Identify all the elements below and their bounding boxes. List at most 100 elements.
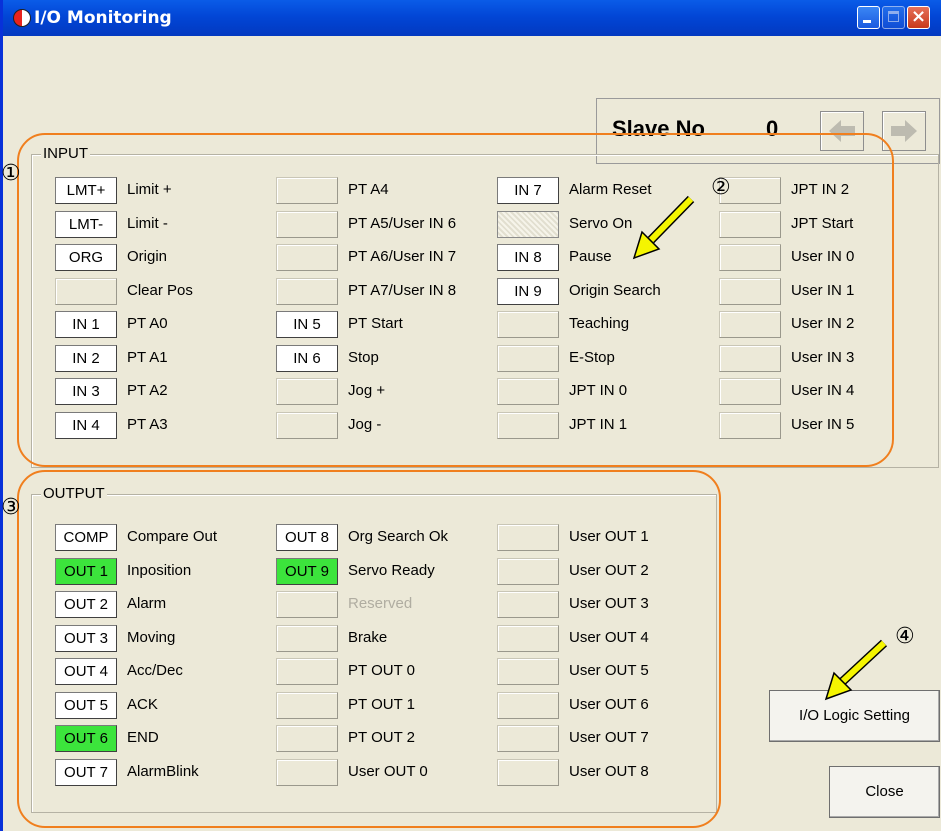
indicator-label: User OUT 7 bbox=[569, 729, 649, 746]
indicator-label: Brake bbox=[348, 628, 388, 646]
indicator-label: AlarmBlink bbox=[127, 762, 199, 780]
indicator bbox=[719, 244, 781, 271]
indicator-label: Acc/Dec bbox=[127, 662, 183, 679]
indicator-label: JPT IN 2 bbox=[791, 181, 850, 198]
io-logic-setting-button[interactable]: I/O Logic Setting bbox=[769, 690, 940, 742]
indicator: OUT 1 bbox=[55, 557, 117, 585]
indicator: IN 8 bbox=[497, 244, 559, 271]
indicator: OUT 8 bbox=[276, 524, 338, 551]
indicator-label: ACK bbox=[127, 695, 158, 713]
indicator: OUT 5 bbox=[55, 691, 117, 719]
close-icon: × bbox=[911, 6, 927, 27]
indicator-label: Servo On bbox=[569, 214, 633, 232]
indicator bbox=[276, 658, 338, 685]
indicator-label: Jog + bbox=[348, 382, 386, 399]
indicator bbox=[55, 277, 117, 305]
close-window-button[interactable]: × bbox=[907, 6, 930, 29]
indicator bbox=[497, 378, 559, 405]
indicator: OUT 6 bbox=[55, 725, 117, 752]
indicator: IN 4 bbox=[55, 411, 117, 439]
indicator-label: Servo Ready bbox=[348, 561, 435, 579]
indicator-label: PT Start bbox=[348, 315, 403, 332]
indicator-label: Alarm bbox=[127, 595, 167, 612]
prev-slave-button[interactable] bbox=[820, 111, 864, 151]
indicator bbox=[276, 244, 338, 271]
callout-number-4: ④ bbox=[895, 624, 915, 649]
indicator bbox=[497, 725, 559, 752]
indicator: OUT 7 bbox=[55, 758, 117, 786]
indicator bbox=[276, 177, 338, 204]
io-monitoring-window: I/O Monitoring × Slave No 0 INPUT LMT+ Li… bbox=[0, 0, 941, 831]
indicator-label: JPT Start bbox=[791, 214, 854, 232]
indicator bbox=[497, 210, 559, 238]
window-title: I/O Monitoring bbox=[34, 8, 172, 28]
indicator-label: Inposition bbox=[127, 561, 192, 579]
indicator: IN 7 bbox=[497, 177, 559, 204]
indicator bbox=[497, 344, 559, 372]
indicator bbox=[719, 210, 781, 238]
indicator-label: User IN 3 bbox=[791, 348, 855, 366]
indicator-label: Moving bbox=[127, 628, 176, 646]
indicator-label: User OUT 8 bbox=[569, 762, 649, 780]
indicator-label: User IN 2 bbox=[791, 315, 855, 332]
app-icon bbox=[13, 9, 31, 27]
indicator-label: User OUT 0 bbox=[348, 762, 428, 780]
output-group-title: OUTPUT bbox=[41, 485, 107, 502]
indicator-label: User OUT 4 bbox=[569, 628, 649, 646]
indicator-label: Pause bbox=[569, 248, 612, 265]
indicator: OUT 4 bbox=[55, 658, 117, 685]
indicator: COMP bbox=[55, 524, 117, 551]
indicator-label: Limit + bbox=[127, 181, 172, 198]
maximize-button[interactable] bbox=[882, 6, 905, 29]
indicator-label: PT A1 bbox=[127, 348, 168, 366]
indicator-label: JPT IN 0 bbox=[569, 382, 628, 399]
indicator-label: PT A7/User IN 8 bbox=[348, 281, 457, 299]
indicator-label: PT OUT 2 bbox=[348, 729, 415, 746]
indicator bbox=[276, 624, 338, 652]
indicator-label: Org Search Ok bbox=[348, 528, 449, 545]
indicator: IN 2 bbox=[55, 344, 117, 372]
indicator bbox=[497, 591, 559, 618]
indicator: LMT+ bbox=[55, 177, 117, 204]
indicator bbox=[497, 658, 559, 685]
indicator: IN 3 bbox=[55, 378, 117, 405]
indicator-label: Clear Pos bbox=[127, 281, 193, 299]
indicator-label: Alarm Reset bbox=[569, 181, 652, 198]
indicator: LMT- bbox=[55, 210, 117, 238]
indicator-label: User IN 4 bbox=[791, 382, 855, 399]
indicator-label: PT A6/User IN 7 bbox=[348, 248, 457, 265]
slave-no-value: 0 bbox=[766, 116, 779, 141]
left-arrow-icon bbox=[829, 120, 855, 142]
indicator-label: User OUT 2 bbox=[569, 561, 649, 579]
indicator bbox=[719, 378, 781, 405]
indicator: IN 1 bbox=[55, 311, 117, 338]
next-slave-button[interactable] bbox=[882, 111, 926, 151]
callout-number-3: ③ bbox=[1, 495, 21, 520]
indicator bbox=[497, 311, 559, 338]
callout-number-2: ② bbox=[711, 175, 731, 200]
indicator-label: E-Stop bbox=[569, 348, 615, 366]
indicator-label: Teaching bbox=[569, 315, 630, 332]
right-arrow-icon bbox=[891, 120, 917, 142]
indicator bbox=[497, 557, 559, 585]
indicator: IN 5 bbox=[276, 311, 338, 338]
indicator-label: User OUT 5 bbox=[569, 662, 649, 679]
indicator: OUT 9 bbox=[276, 557, 338, 585]
indicator-label: User IN 0 bbox=[791, 248, 855, 265]
indicator-label: PT A5/User IN 6 bbox=[348, 214, 457, 232]
indicator-label: PT A0 bbox=[127, 315, 168, 332]
indicator-label: PT A4 bbox=[348, 181, 389, 198]
indicator bbox=[276, 411, 338, 439]
indicator-label: Jog - bbox=[348, 415, 382, 433]
indicator-label: Limit - bbox=[127, 214, 168, 232]
title-bar[interactable]: I/O Monitoring × bbox=[3, 0, 941, 36]
indicator-label: Origin Search bbox=[569, 281, 661, 299]
indicator-label: Origin bbox=[127, 248, 168, 265]
indicator-label: User OUT 6 bbox=[569, 695, 649, 713]
indicator: IN 6 bbox=[276, 344, 338, 372]
minimize-button[interactable] bbox=[857, 6, 880, 29]
close-button[interactable]: Close bbox=[829, 766, 940, 818]
indicator bbox=[719, 311, 781, 338]
indicator bbox=[276, 691, 338, 719]
indicator-label: Reserved bbox=[348, 595, 413, 612]
